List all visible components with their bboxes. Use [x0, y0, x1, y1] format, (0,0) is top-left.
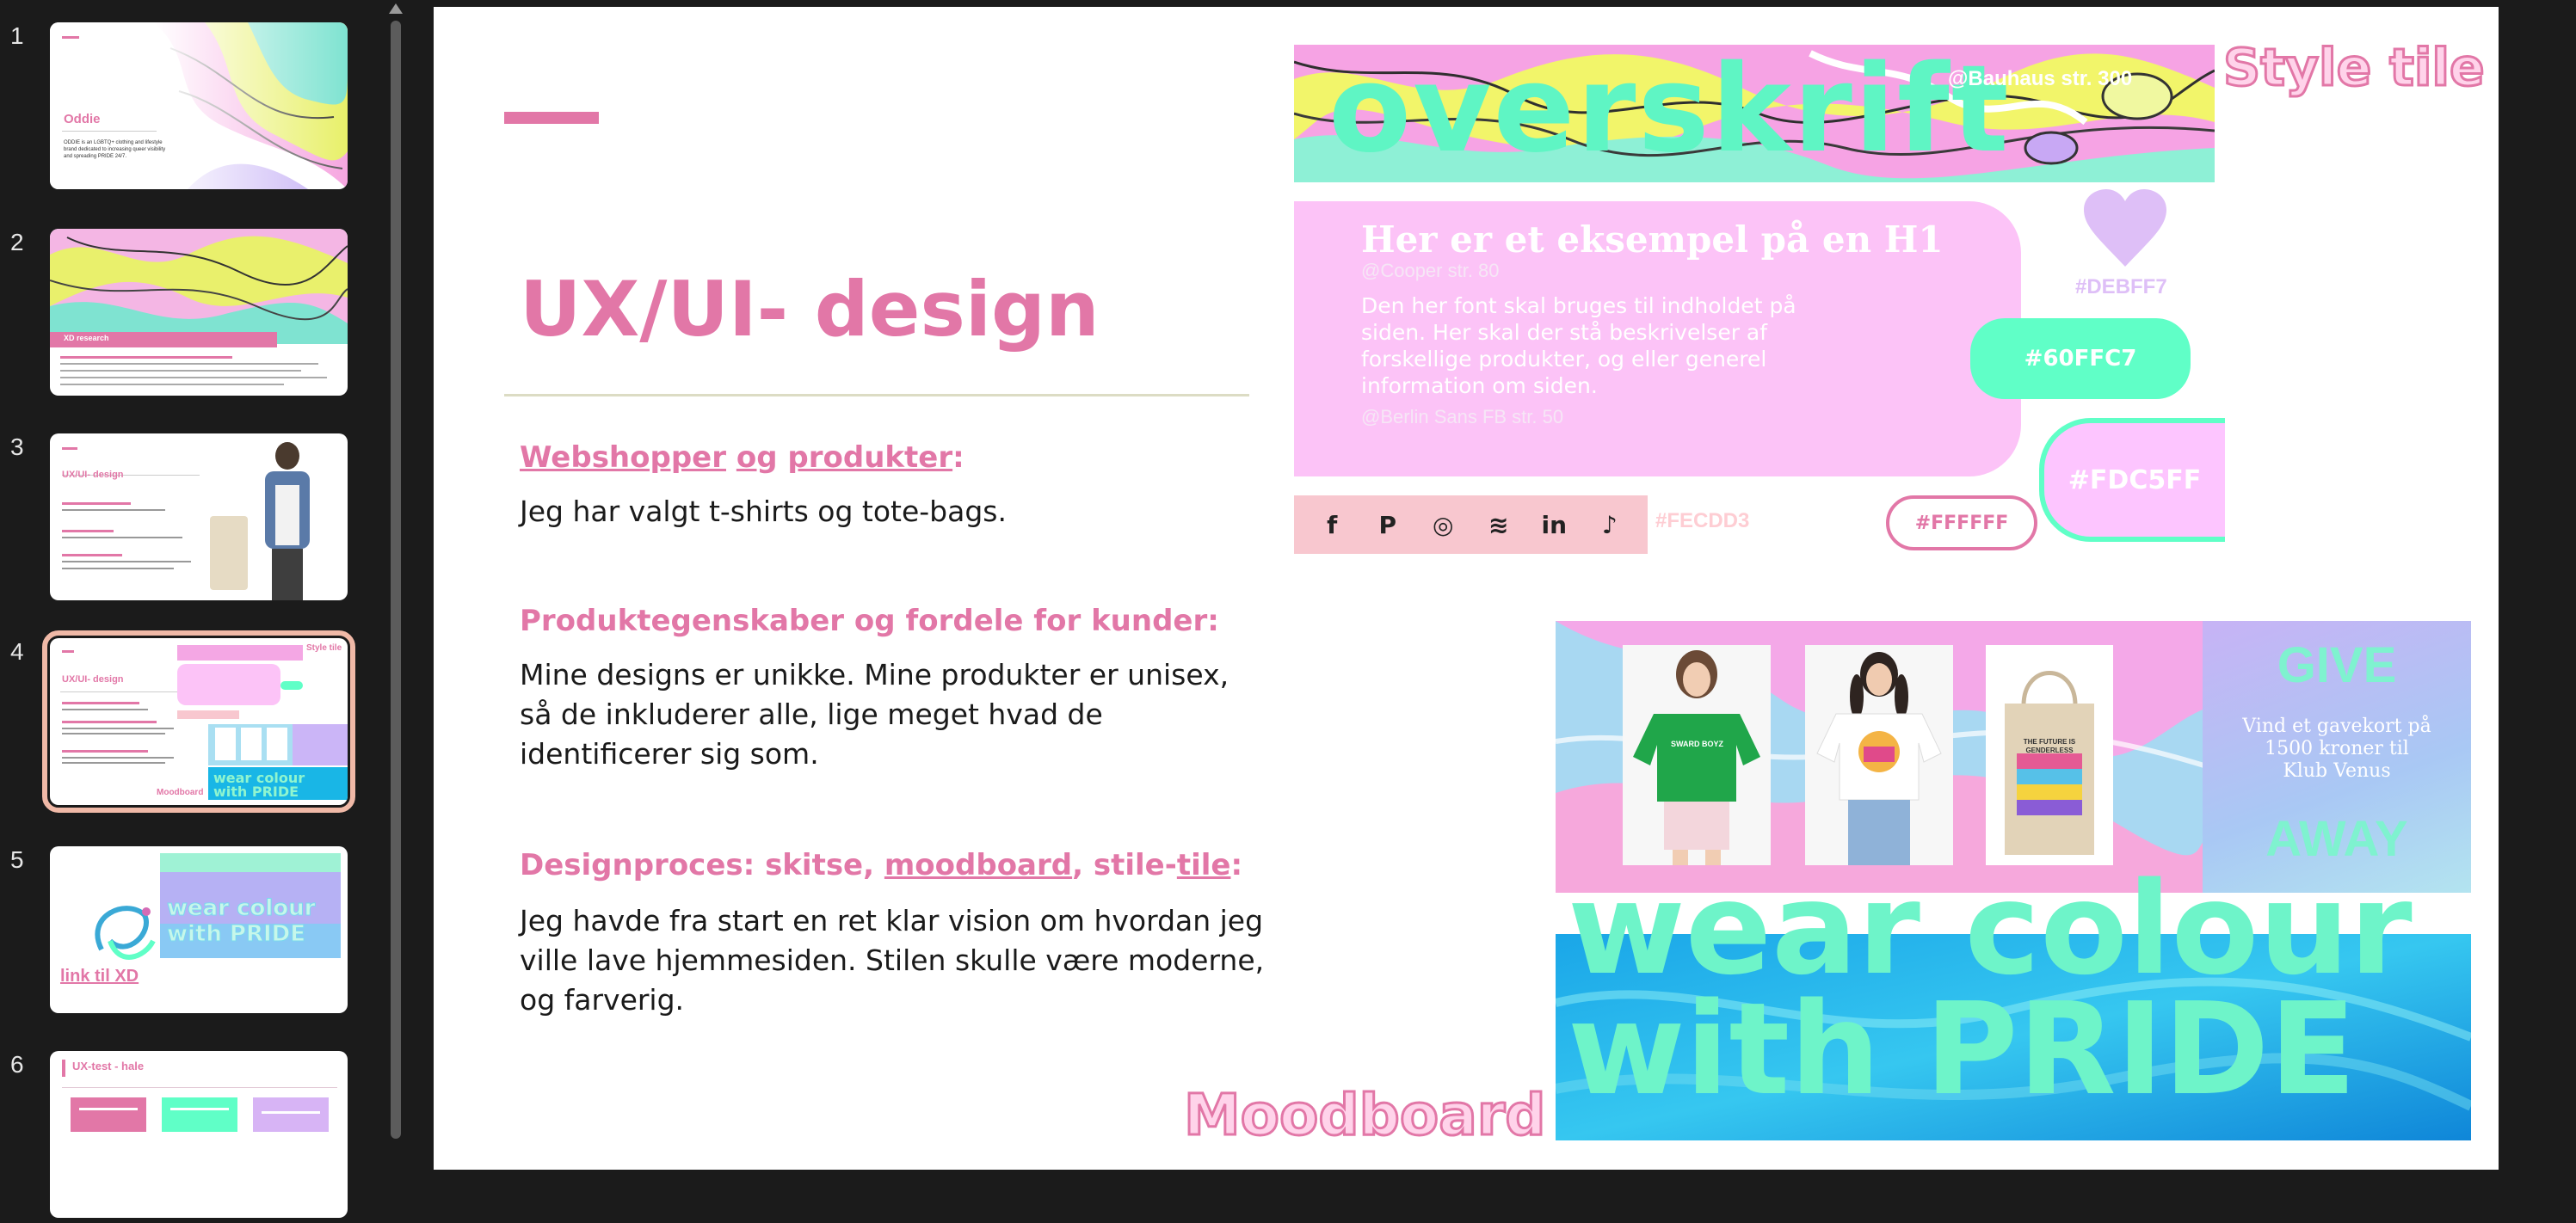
style-tile-label[interactable]: Style tile — [2222, 37, 2487, 100]
marble-art — [50, 22, 348, 189]
bauhaus-font-note: @Bauhaus str. 300 — [1948, 67, 2133, 90]
giveaway-panel[interactable]: GIVE Vind et gavekort på 1500 kroner til… — [2203, 621, 2471, 893]
slide-number: 1 — [10, 22, 24, 49]
svg-text:with PRIDE: with PRIDE — [213, 784, 299, 800]
slide-thumbnails-pane: 1 Oddie ODDIE is an LGBTQ+ clothing and … — [0, 0, 413, 1218]
thumbnail-row-2[interactable]: 2 XD research — [0, 229, 379, 401]
slide-title[interactable]: UX/UI- design — [520, 265, 1100, 353]
heading-part: produkter — [787, 440, 953, 475]
thumbnail-scrollbar[interactable] — [387, 0, 404, 1182]
tote-bag-image — [1986, 645, 2113, 865]
thumbnail-title: UX/UI- design — [62, 470, 124, 480]
marble-art — [50, 229, 348, 385]
heading-part: tile — [1176, 848, 1231, 882]
thumbnail-content: wear colour with PRIDE — [95, 853, 341, 960]
slide-thumbnail-6[interactable]: UX-test - hale — [50, 1051, 348, 1218]
thumbnail-style-tile-label: Style tile — [306, 643, 342, 653]
thumbnail-title: Oddie — [64, 112, 101, 126]
heading-part: Webshopper — [520, 440, 726, 475]
model-white-tshirt-image — [1805, 645, 1953, 865]
berlin-font-note: @Berlin Sans FB str. 50 — [1361, 406, 1564, 427]
section-heading-webshop[interactable]: Webshopper og produkter: — [520, 440, 964, 475]
scroll-up-arrow-icon[interactable] — [389, 3, 403, 14]
thumbnail-moodboard-label: Moodboard — [157, 788, 204, 797]
model-green-tshirt-image — [1623, 645, 1771, 865]
heading-part: og — [736, 440, 778, 475]
thumbnail-content: wear colour with PRIDE — [60, 645, 348, 800]
overskrift-text: overskrift — [1328, 45, 2011, 180]
overskrift-marble-banner[interactable]: overskrift @Bauhaus str. 300 — [1294, 45, 2215, 182]
heading-part: moodboard — [884, 848, 1073, 882]
moodboard-products-panel[interactable]: SWARD BOYZ THE FUTURE IS GENDERLESS — [1556, 621, 2209, 893]
thumbnail-row-6[interactable]: 6 UX-test - hale — [0, 1051, 379, 1223]
cooper-font-note: @Cooper str. 80 — [1361, 260, 1500, 281]
facebook-icon[interactable]: f — [1315, 511, 1349, 539]
thumbnail-title: UX/UI- design — [62, 674, 124, 685]
scrollbar-thumb[interactable] — [391, 21, 401, 1139]
thumbnail-row-4[interactable]: 4 wear colour with PRIDE UX/UI- design M… — [0, 630, 379, 813]
h1-example-text[interactable]: Her er et eksempel på en H1 — [1361, 218, 1944, 261]
instagram-icon[interactable]: ◎ — [1426, 511, 1460, 539]
heading-part: : — [952, 440, 964, 475]
color-code-lavender: #DEBFF7 — [2075, 275, 2167, 298]
thumbnail-title: XD research — [64, 334, 109, 342]
wear-colour-line-1: wear colour — [1568, 855, 2413, 1003]
slide-thumbnail-5[interactable]: wear colour with PRIDE link til XD — [50, 846, 348, 1013]
slide-thumbnail-2[interactable]: XD research — [50, 229, 348, 396]
heart-swatch-icon[interactable] — [2084, 189, 2166, 268]
give-text: GIVE — [2277, 637, 2397, 693]
thumbnail-link-text: link til XD — [60, 967, 139, 986]
heading-part — [726, 440, 736, 475]
color-code-social: #FECDD3 — [1655, 509, 1750, 532]
body-example-text[interactable]: Den her font skal bruges til indholdet p… — [1361, 292, 1809, 399]
color-pill-pink[interactable]: #FDC5FF — [2039, 418, 2225, 542]
tshirt-white-product[interactable] — [1805, 645, 1953, 865]
svg-text:wear colour: wear colour — [167, 895, 316, 921]
linkedin-icon[interactable]: in — [1537, 511, 1571, 539]
slide-thumbnail-1[interactable]: Oddie ODDIE is an LGBTQ+ clothing and li… — [50, 22, 348, 189]
tote-bag-product[interactable]: THE FUTURE IS GENDERLESS — [1986, 645, 2113, 865]
slide-number: 5 — [10, 846, 24, 873]
thumbnail-content — [62, 1060, 337, 1132]
giveaway-description: Vind et gavekort på 1500 kroner til Klub… — [2242, 716, 2431, 782]
thumbnail-row-3[interactable]: 3 UX/UI- design — [0, 433, 379, 605]
thumbnail-row-5[interactable]: 5 wear colour with PRIDE link til XD — [0, 846, 379, 1018]
heading-part: Designproces: skitse, — [520, 848, 884, 882]
thumbnail-content — [62, 442, 310, 600]
slide-number: 3 — [10, 433, 24, 460]
wear-colour-line-2: with PRIDE — [1568, 975, 2357, 1123]
section-heading-design-process[interactable]: Designproces: skitse, moodboard, stile-t… — [520, 848, 1242, 882]
heading-part — [778, 440, 788, 475]
heading-part: , stile- — [1072, 848, 1177, 882]
title-divider — [504, 394, 1249, 396]
heading-part: : — [1230, 848, 1243, 882]
pinterest-icon[interactable]: P — [1371, 511, 1405, 539]
social-icons-bar: f P ◎ ≋ in ♪ — [1294, 495, 1648, 554]
title-accent-bar — [504, 112, 599, 124]
slide-thumbnail-3[interactable]: UX/UI- design — [50, 433, 348, 600]
slide-number: 6 — [10, 1051, 24, 1078]
section-heading-properties[interactable]: Produktegenskaber og fordele for kunder: — [520, 604, 1219, 638]
tiktok-icon[interactable]: ♪ — [1593, 511, 1627, 539]
section-body-properties[interactable]: Mine designs er unikke. Mine produkter e… — [520, 655, 1260, 774]
slide-number: 2 — [10, 229, 24, 255]
thumbnail-title: UX-test - hale — [72, 1060, 145, 1072]
color-pill-white[interactable]: #FFFFFF — [1886, 495, 2037, 550]
section-body-design-process[interactable]: Jeg havde fra start en ret klar vision o… — [520, 901, 1268, 1020]
tote-print-text: THE FUTURE IS GENDERLESS — [2023, 738, 2076, 754]
slide-thumbnail-4-selected[interactable]: wear colour with PRIDE UX/UI- design Moo… — [42, 630, 355, 813]
spotify-icon[interactable]: ≋ — [1482, 511, 1516, 539]
thumbnail-row-1[interactable]: 1 Oddie ODDIE is an LGBTQ+ clothing and … — [0, 22, 379, 194]
moodboard-label[interactable]: Moodboard — [1183, 1081, 1548, 1150]
slide-editing-canvas[interactable]: UX/UI- design Webshopper og produkter: J… — [434, 7, 2499, 1170]
slide-number: 4 — [10, 638, 24, 665]
section-body-webshop[interactable]: Jeg har valgt t-shirts og tote-bags. — [520, 492, 1260, 532]
tshirt-print-text: SWARD BOYZ — [1671, 740, 1724, 748]
svg-text:with PRIDE: with PRIDE — [167, 921, 305, 947]
color-pill-mint[interactable]: #60FFC7 — [1970, 318, 2191, 399]
tshirt-green-product[interactable]: SWARD BOYZ — [1623, 645, 1771, 865]
thumbnail-body-text: ODDIE is an LGBTQ+ clothing and lifestyl… — [64, 140, 166, 159]
